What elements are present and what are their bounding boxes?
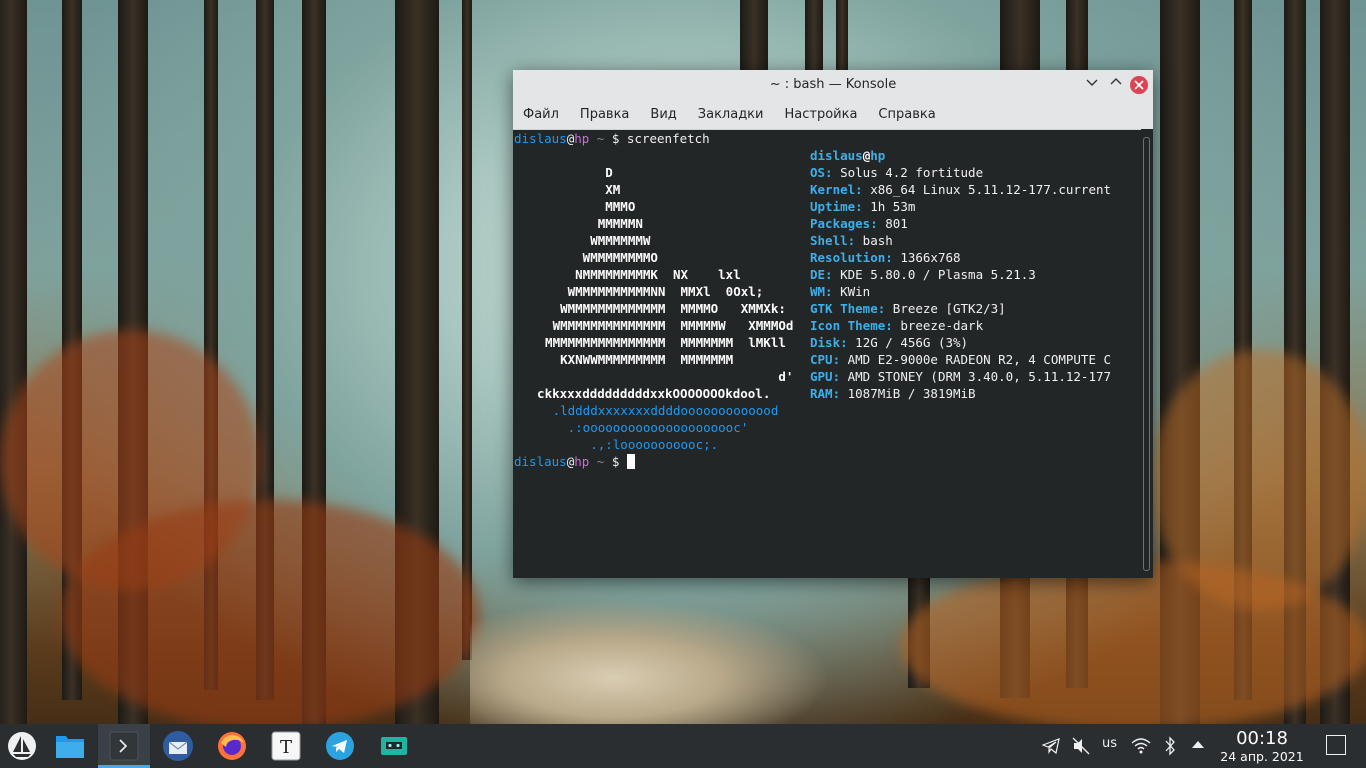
bluetooth-icon[interactable]: [1164, 736, 1176, 760]
logo-line: D: [530, 165, 613, 180]
menu-bar: Файл Правка Вид Закладки Настройка Справ…: [513, 100, 1153, 130]
info-row: GPU: AMD STONEY (DRM 3.40.0, 5.11.12-177: [810, 369, 1112, 384]
prompt-path: ~: [589, 454, 612, 469]
info-row: CPU: AMD E2-9000e RADEON R2, 4 COMPUTE C: [810, 352, 1112, 367]
logo-line: WMMMMMMMMMMNN MMXl 0Oxl;: [530, 284, 764, 299]
info-row: Kernel: x86_64 Linux 5.11.12-177.current: [810, 182, 1112, 197]
info-row: WM: KWin: [810, 284, 871, 299]
info-row: GTK Theme: Breeze [GTK2/3]: [810, 301, 1006, 316]
menu-edit[interactable]: Правка: [580, 105, 629, 124]
chevron-down-icon: [1086, 79, 1098, 86]
close-button[interactable]: [1130, 76, 1148, 94]
prompt-host: hp: [574, 131, 590, 146]
logo-line: MMMO: [530, 199, 636, 214]
digital-clock[interactable]: 00:18 24 апр. 2021: [1212, 729, 1312, 765]
info-user: dislaus: [810, 148, 863, 163]
info-row: Uptime: 1h 53m: [810, 199, 916, 214]
telegram-icon[interactable]: [324, 730, 356, 762]
menu-help[interactable]: Справка: [878, 105, 935, 124]
logo-line: WMMMMMMMMO: [530, 250, 658, 265]
logo-line: MMMMMMMMMMMMMMMM MMMMMMM lMKll: [530, 335, 786, 350]
info-header: dislaus@hp: [810, 147, 885, 164]
info-row: Resolution: 1366x768: [810, 250, 961, 265]
logo-line: XM: [530, 182, 621, 197]
konsole-icon[interactable]: [108, 730, 140, 762]
info-row: RAM: 1087MiB / 3819MiB: [810, 386, 976, 401]
logo-line: NMMMMMMMMMK NX lxl: [530, 267, 741, 282]
terminal-area[interactable]: dislaus@hp ~ $ screenfetch D XM MMMO MMM…: [513, 129, 1141, 578]
info-row: Packages: 801: [810, 216, 908, 231]
close-icon: [1134, 80, 1144, 90]
logo-line: .:ooooooooooooooooooooc': [530, 420, 749, 435]
prompt-line: dislaus@hp ~ $: [514, 453, 635, 470]
command-text: screenfetch: [619, 131, 710, 146]
logo-line: d': [530, 369, 794, 384]
logo-line: .,:looooooooooc;.: [530, 437, 719, 452]
keyboard-layout-indicator[interactable]: us: [1102, 736, 1117, 751]
logo-line: MMMMMN: [530, 216, 643, 231]
clock-time: 00:18: [1236, 728, 1288, 749]
chevron-up-icon: [1110, 78, 1122, 85]
show-desktop-button[interactable]: [1326, 735, 1346, 755]
tape-app-icon[interactable]: [378, 730, 410, 762]
svg-text:T: T: [280, 737, 292, 758]
info-row: Icon Theme: breeze-dark: [810, 318, 984, 333]
konsole-window: ~ : bash — Konsole Файл Правка Вид Закла…: [513, 70, 1153, 578]
logo-line: WMMMMMMMMMMMMM MMMMO XMMXk:: [530, 301, 786, 316]
telegram-tray-icon[interactable]: [1041, 737, 1060, 759]
volume-muted-icon[interactable]: [1072, 737, 1090, 759]
logo-line: WMMMMMMW: [530, 233, 651, 248]
info-row: Shell: bash: [810, 233, 893, 248]
terminal-scrollbar[interactable]: [1141, 129, 1153, 578]
logo-line: WMMMMMMMMMMMMMM MMMMMW XMMMOd: [530, 318, 794, 333]
info-row: DE: KDE 5.80.0 / Plasma 5.21.3: [810, 267, 1036, 282]
prompt-line: dislaus@hp ~ $ screenfetch: [514, 130, 710, 147]
text-cursor: [626, 454, 635, 469]
solus-menu-icon[interactable]: [6, 730, 38, 762]
menu-file[interactable]: Файл: [523, 105, 559, 124]
minimize-button[interactable]: [1083, 76, 1101, 94]
info-row: OS: Solus 4.2 fortitude: [810, 165, 984, 180]
info-host: hp: [870, 148, 886, 163]
prompt-host: hp: [574, 454, 590, 469]
logo-line: KXNWWMMMMMMMMM MMMMMMM: [530, 352, 734, 367]
window-titlebar[interactable]: ~ : bash — Konsole: [513, 70, 1153, 100]
menu-view[interactable]: Вид: [650, 105, 676, 124]
clock-date: 24 апр. 2021: [1220, 749, 1304, 764]
logo-line: ckkxxxdddddddddxxkOOOOOOOkdool.: [522, 386, 771, 401]
prompt-user: dislaus: [514, 454, 567, 469]
typora-icon[interactable]: T: [270, 730, 302, 762]
taskbar: T us 00:18 24 апр. 2021: [0, 724, 1366, 768]
prompt-user: dislaus: [514, 131, 567, 146]
menu-settings[interactable]: Настройка: [784, 105, 857, 124]
prompt-symbol: $: [611, 454, 620, 469]
wifi-icon[interactable]: [1131, 737, 1151, 759]
scrollbar-thumb[interactable]: [1143, 137, 1150, 571]
firefox-icon[interactable]: [216, 730, 248, 762]
prompt-path: ~: [589, 131, 612, 146]
window-title: ~ : bash — Konsole: [769, 77, 897, 92]
tray-expand-arrow-icon[interactable]: [1191, 738, 1205, 754]
file-manager-icon[interactable]: [54, 730, 86, 762]
thunderbird-icon[interactable]: [162, 730, 194, 762]
info-row: Disk: 12G / 456G (3%): [810, 335, 969, 350]
logo-line: .lddddxxxxxxxddddooooooooooood: [530, 403, 779, 418]
maximize-button[interactable]: [1107, 76, 1125, 94]
menu-bookmarks[interactable]: Закладки: [698, 105, 764, 124]
